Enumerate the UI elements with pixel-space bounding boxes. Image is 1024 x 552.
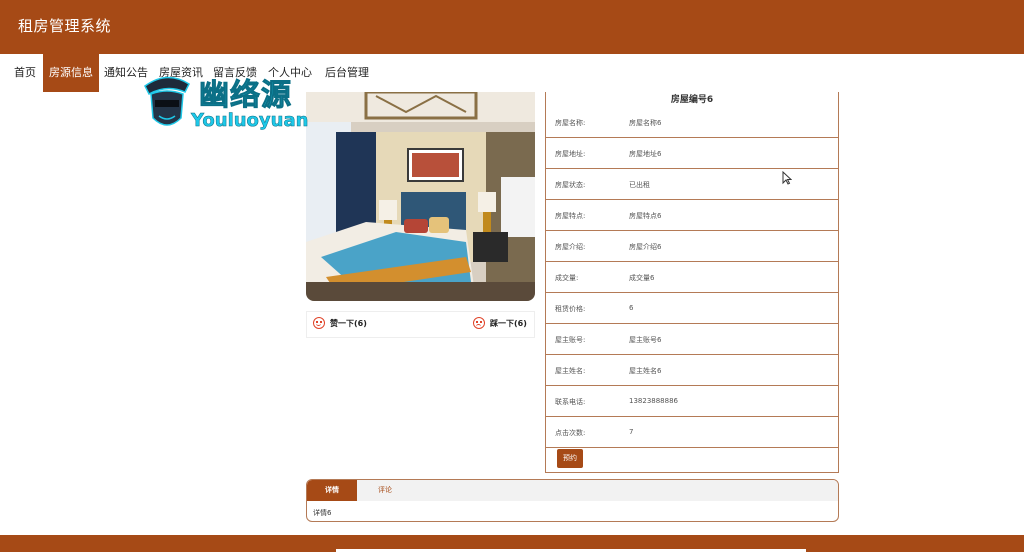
info-label: 房屋状态: xyxy=(555,181,586,189)
nav-listings[interactable]: 房源信息 xyxy=(43,54,99,92)
info-row: 房屋地址: 房屋地址6 xyxy=(546,138,838,169)
info-row: 屋主姓名: 屋主姓名6 xyxy=(546,355,838,386)
reserve-button[interactable]: 预约 xyxy=(557,449,583,468)
like-button[interactable]: 赞一下(6) xyxy=(313,317,367,329)
info-row: 联系电话: 13823888886 xyxy=(546,386,838,417)
tab-content: 详情6 xyxy=(313,509,332,517)
top-header: 租房管理系统 xyxy=(0,0,1024,54)
house-info-panel: 房屋编号6 房屋名称: 房屋名称6 房屋地址: 房屋地址6 房屋状态: 已出租 房屋特… xyxy=(545,92,839,473)
info-label: 成交量: xyxy=(555,274,579,282)
dislike-button[interactable]: 踩一下(6) xyxy=(473,317,527,329)
info-row: 点击次数: 7 xyxy=(546,417,838,448)
app-title: 租房管理系统 xyxy=(18,17,112,35)
dislike-count: 踩一下(6) xyxy=(490,318,527,328)
info-label: 联系电话: xyxy=(555,398,586,406)
frown-icon xyxy=(473,317,485,329)
info-label: 房屋地址: xyxy=(555,150,586,158)
info-label: 屋主姓名: xyxy=(555,367,586,375)
info-value: 房屋介绍6 xyxy=(629,243,662,251)
tab-comments[interactable]: 评论 xyxy=(357,480,413,501)
info-value: 已出租 xyxy=(629,181,650,189)
info-label: 屋主账号: xyxy=(555,336,586,344)
info-label: 租赁价格: xyxy=(555,305,586,313)
info-row: 屋主账号: 屋主账号6 xyxy=(546,324,838,355)
smile-icon xyxy=(313,317,325,329)
info-label: 房屋特点: xyxy=(555,212,586,220)
info-value: 房屋地址6 xyxy=(629,150,662,158)
info-value: 屋主账号6 xyxy=(629,336,662,344)
watermark-en: Youluoyuan xyxy=(191,110,309,132)
mouse-cursor-icon xyxy=(782,171,792,185)
info-row: 房屋状态: 已出租 xyxy=(546,169,838,200)
info-label: 点击次数: xyxy=(555,429,586,437)
info-label: 房屋名称: xyxy=(555,119,586,127)
info-row: 房屋名称: 房屋名称6 xyxy=(546,107,838,138)
like-count: 赞一下(6) xyxy=(330,318,367,328)
info-row: 房屋介绍: 房屋介绍6 xyxy=(546,231,838,262)
info-value: 13823888886 xyxy=(629,397,678,405)
info-value: 成交量6 xyxy=(629,274,655,282)
hacker-logo-icon xyxy=(144,76,190,126)
watermark-cn: 幽络源 xyxy=(199,78,292,114)
info-value: 房屋特点6 xyxy=(629,212,662,220)
tab-details[interactable]: 详情 xyxy=(307,480,357,501)
house-heading: 房屋编号6 xyxy=(670,95,714,105)
info-value: 6 xyxy=(629,304,634,312)
info-row: 房屋特点: 房屋特点6 xyxy=(546,200,838,231)
nav-home[interactable]: 首页 xyxy=(8,54,42,92)
vote-bar: 赞一下(6) 踩一下(6) xyxy=(306,311,535,338)
info-value: 7 xyxy=(629,428,634,436)
info-row: 成交量: 成交量6 xyxy=(546,262,838,293)
info-value: 房屋名称6 xyxy=(629,119,662,127)
info-row: 租赁价格: 6 xyxy=(546,293,838,324)
house-photo xyxy=(306,92,535,301)
watermark: 幽络源 Youluoyuan xyxy=(137,66,337,136)
footer-bar xyxy=(0,535,1024,552)
info-value: 屋主姓名6 xyxy=(629,367,662,375)
info-label: 房屋介绍: xyxy=(555,243,586,251)
detail-tabs: 详情 评论 详情6 xyxy=(306,479,839,522)
